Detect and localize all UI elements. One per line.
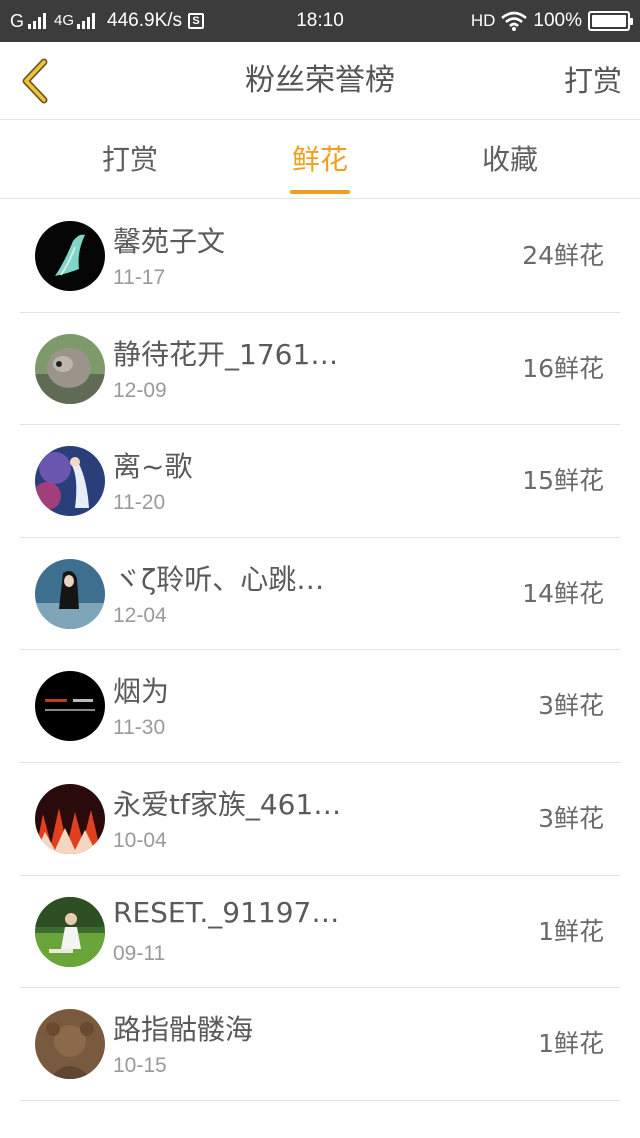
hd-label: HD: [470, 11, 496, 30]
avatar: [35, 783, 105, 854]
flower-count: 15鲜花: [522, 466, 604, 496]
list-item[interactable]: 离~歌 11-20 15鲜花: [20, 425, 620, 538]
list-item[interactable]: 烟为 11-30 3鲜花: [20, 650, 620, 763]
tab-reward[interactable]: 打赏: [60, 121, 200, 199]
network-type-label: 4G: [54, 12, 75, 29]
avatar: [35, 896, 105, 967]
fan-name: 馨苑子文: [113, 225, 226, 258]
carrier-label: G: [10, 11, 25, 31]
signal-icon: [28, 13, 47, 29]
s-badge-icon: S: [188, 13, 205, 29]
fan-name: 离~歌: [113, 450, 193, 484]
fan-name: 永爱tf家族_461…: [113, 787, 342, 821]
network-speed: 446.9K/s: [107, 10, 183, 31]
avatar: [35, 1009, 105, 1080]
chevron-left-icon: [22, 58, 48, 104]
avatar: [35, 333, 105, 404]
flower-count: 14鲜花: [522, 578, 604, 608]
signal-icon: [77, 13, 96, 29]
battery-icon: [588, 11, 633, 31]
avatar: [35, 558, 105, 629]
avatar: [35, 446, 105, 517]
flower-count: 3鲜花: [538, 803, 604, 833]
list-item[interactable]: RESET._91197… 09-11 1鲜花: [20, 876, 620, 989]
fan-name: 静待花开_1761…: [113, 337, 339, 371]
status-left: G 4G 446.9K/s S: [10, 0, 205, 42]
page-title: 粉丝荣誉榜: [245, 63, 395, 98]
fan-date: 11-20: [113, 491, 166, 515]
battery-fill: [592, 15, 626, 27]
fan-name: 烟为: [113, 675, 170, 709]
fan-date: 09-11: [113, 941, 166, 965]
fan-date: 12-09: [113, 378, 167, 402]
flower-count: 3鲜花: [538, 691, 604, 721]
avatar: [35, 671, 105, 742]
avatar: [35, 221, 105, 291]
reward-button[interactable]: 打赏: [564, 42, 622, 120]
fan-name: 路指骷髅海: [113, 1013, 254, 1047]
fan-date: 11-30: [113, 716, 166, 740]
fan-date: 12-04: [113, 603, 167, 627]
list-item[interactable]: 静待花开_1761… 12-09 16鲜花: [20, 313, 620, 426]
fan-name: ヾζ聆听、心跳…: [113, 562, 325, 596]
title-bar: 粉丝荣誉榜 打赏: [0, 42, 640, 120]
flower-count: 1鲜花: [538, 916, 604, 946]
tab-flowers-label: 鲜花: [291, 143, 348, 176]
flower-count: 1鲜花: [538, 1029, 604, 1059]
fan-date: 11-17: [113, 266, 166, 289]
fan-date: 10-04: [113, 828, 167, 852]
status-right: HD 100%: [470, 0, 633, 42]
status-bar: G 4G 446.9K/s S 18:10 HD 100%: [0, 0, 640, 42]
list-item[interactable]: 路指骷髅海 10-15 1鲜花: [20, 988, 620, 1101]
fan-date: 10-15: [113, 1054, 167, 1078]
fan-name: RESET._91197…: [113, 895, 340, 929]
back-button[interactable]: [12, 54, 62, 108]
wifi-icon: [501, 11, 528, 31]
tab-favorites[interactable]: 收藏: [440, 121, 580, 199]
list-item[interactable]: 永爱tf家族_461… 10-04 3鲜花: [20, 763, 620, 876]
active-tab-indicator: [290, 190, 350, 194]
flower-count: 24鲜花: [522, 241, 604, 270]
list-item[interactable]: ヾζ聆听、心跳… 12-04 14鲜花: [20, 538, 620, 651]
tab-flowers[interactable]: 鲜花: [250, 121, 390, 199]
battery-percent: 100%: [533, 10, 582, 31]
tab-bar: 打赏 鲜花 收藏: [0, 121, 640, 199]
fan-list: 馨苑子文 11-17 24鲜花 静待花开_1761… 12-09 16鲜花 离~…: [0, 200, 640, 1101]
flower-count: 16鲜花: [522, 353, 604, 383]
list-item[interactable]: 馨苑子文 11-17 24鲜花: [20, 200, 620, 313]
